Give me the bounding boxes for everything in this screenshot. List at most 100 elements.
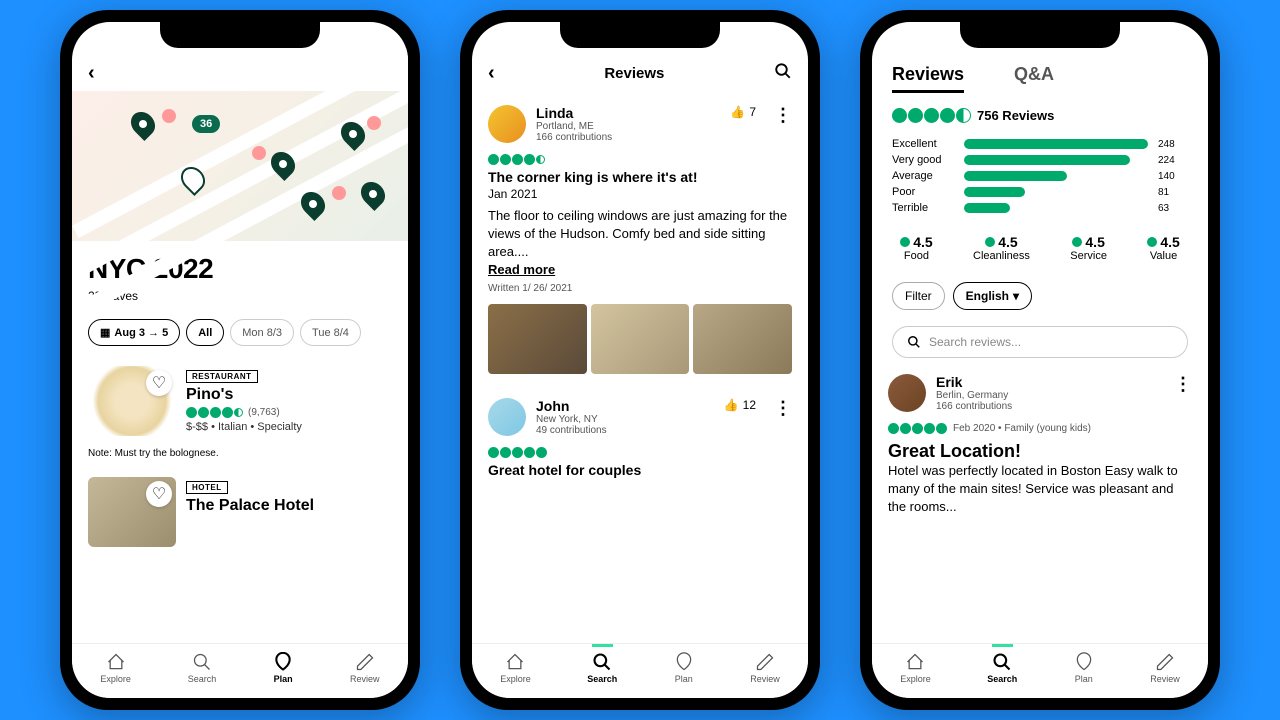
language-select[interactable]: English▾ bbox=[953, 282, 1032, 310]
tabs: Reviews Q&A bbox=[872, 56, 1208, 93]
nav-review[interactable]: Review bbox=[750, 652, 780, 684]
review-text: Hotel was perfectly located in Boston Ea… bbox=[888, 462, 1192, 517]
nav-search[interactable]: Search bbox=[587, 652, 617, 684]
user-name[interactable]: Linda bbox=[536, 105, 720, 121]
subrating-cleanliness: 4.5Cleanliness bbox=[973, 234, 1030, 262]
bar-average[interactable]: Average140 bbox=[892, 170, 1188, 182]
trip-note: Note: Must try the bolognese. bbox=[72, 446, 408, 467]
review-title: The corner king is where it's at! bbox=[488, 169, 792, 185]
thumbs-up-icon: 👍 bbox=[724, 398, 739, 412]
total-reviews: 756 Reviews bbox=[977, 108, 1054, 123]
review-photo[interactable] bbox=[488, 304, 587, 374]
user-name[interactable]: Erik bbox=[936, 374, 1156, 390]
review-title: Great hotel for couples bbox=[488, 462, 792, 478]
saved-item-restaurant[interactable]: ♡ RESTAURANT Pino's (9,763) $-$$ • Itali… bbox=[72, 356, 408, 446]
chip-dates[interactable]: ▦Aug 3 → 5 bbox=[88, 319, 180, 346]
subrating-food: 4.5Food bbox=[900, 234, 932, 262]
nav-search[interactable]: Search bbox=[987, 652, 1017, 684]
back-button[interactable]: ‹ bbox=[88, 62, 95, 85]
user-avatar[interactable] bbox=[488, 398, 526, 436]
review-title: Great Location! bbox=[888, 441, 1192, 462]
review-photo[interactable] bbox=[693, 304, 792, 374]
bar-terrible[interactable]: Terrible63 bbox=[892, 202, 1188, 214]
bar-excellent[interactable]: Excellent248 bbox=[892, 138, 1188, 150]
page-title: Reviews bbox=[507, 65, 762, 82]
user-contributions: 166 contributions bbox=[536, 132, 720, 143]
tab-reviews[interactable]: Reviews bbox=[892, 64, 964, 93]
rating-bars: Excellent248 Very good224 Average140 Poo… bbox=[872, 138, 1208, 214]
bottom-nav: Explore Search Plan Review bbox=[872, 643, 1208, 698]
map-cluster-badge[interactable]: 36 bbox=[192, 115, 220, 133]
subrating-value: 4.5Value bbox=[1147, 234, 1179, 262]
review-item: John New York, NY 49 contributions 👍12 ⋮ bbox=[472, 384, 808, 444]
rating-bubbles: (9,763) bbox=[186, 407, 302, 418]
saved-item-hotel[interactable]: ♡ HOTEL The Palace Hotel bbox=[72, 467, 408, 557]
read-more-link[interactable]: Read more bbox=[488, 262, 792, 277]
user-avatar[interactable] bbox=[888, 374, 926, 412]
review-text: The floor to ceiling windows are just am… bbox=[488, 207, 792, 262]
review-item: Linda Portland, ME 166 contributions 👍7 … bbox=[472, 91, 808, 151]
review-photo[interactable] bbox=[591, 304, 690, 374]
user-contributions: 166 contributions bbox=[936, 401, 1156, 412]
favorite-button[interactable]: ♡ bbox=[146, 370, 172, 396]
user-location: New York, NY bbox=[536, 414, 714, 425]
favorite-button[interactable]: ♡ bbox=[146, 481, 172, 507]
review-item: Erik Berlin, Germany 166 contributions ⋮ bbox=[872, 368, 1208, 420]
chip-mon[interactable]: Mon 8/3 bbox=[230, 319, 294, 346]
user-name[interactable]: John bbox=[536, 398, 714, 414]
user-avatar[interactable] bbox=[488, 105, 526, 143]
date-chips: ▦Aug 3 → 5 All Mon 8/3 Tue 8/4 bbox=[72, 309, 408, 356]
search-reviews-input[interactable]: Search reviews... bbox=[892, 326, 1188, 358]
item-title: Pino's bbox=[186, 386, 302, 404]
nav-explore[interactable]: Explore bbox=[500, 652, 531, 684]
bar-poor[interactable]: Poor81 bbox=[892, 186, 1188, 198]
nav-search[interactable]: Search bbox=[188, 652, 217, 684]
written-date: Written 1/ 26/ 2021 bbox=[488, 283, 792, 294]
nav-review[interactable]: Review bbox=[1150, 652, 1180, 684]
category-tag: HOTEL bbox=[186, 481, 228, 494]
user-contributions: 49 contributions bbox=[536, 425, 714, 436]
nav-explore[interactable]: Explore bbox=[100, 652, 131, 684]
phone-review-summary: Reviews Q&A 756 Reviews Excellent248 Ver… bbox=[860, 10, 1220, 710]
chip-all[interactable]: All bbox=[186, 319, 224, 346]
rating-summary: 756 Reviews bbox=[872, 93, 1208, 138]
item-meta: $-$$ • Italian • Specialty bbox=[186, 421, 302, 433]
user-location: Portland, ME bbox=[536, 121, 720, 132]
like-button[interactable]: 👍7 bbox=[730, 105, 756, 119]
search-icon[interactable] bbox=[774, 62, 792, 85]
nav-explore[interactable]: Explore bbox=[900, 652, 931, 684]
more-options[interactable]: ⋮ bbox=[1174, 374, 1192, 395]
saves-count: 23 Saves bbox=[88, 289, 392, 303]
filter-row: Filter English▾ bbox=[872, 278, 1208, 322]
tab-qa[interactable]: Q&A bbox=[1014, 64, 1054, 93]
subrating-service: 4.5Service bbox=[1070, 234, 1107, 262]
review-meta: Feb 2020 • Family (young kids) bbox=[953, 423, 1091, 434]
map-view[interactable]: 36 bbox=[72, 91, 408, 241]
sub-ratings: 4.5Food 4.5Cleanliness 4.5Service 4.5Val… bbox=[872, 218, 1208, 278]
search-icon bbox=[907, 335, 921, 349]
calendar-icon: ▦ bbox=[100, 326, 110, 339]
rating-bubbles bbox=[488, 154, 792, 165]
like-button[interactable]: 👍12 bbox=[724, 398, 756, 412]
filter-button[interactable]: Filter bbox=[892, 282, 945, 310]
nav-review[interactable]: Review bbox=[350, 652, 380, 684]
nav-plan[interactable]: Plan bbox=[1074, 652, 1094, 684]
phone-notch bbox=[560, 22, 720, 48]
phone-reviews: ‹ Reviews Linda Portland, ME 166 contrib… bbox=[460, 10, 820, 710]
bar-verygood[interactable]: Very good224 bbox=[892, 154, 1188, 166]
nav-plan[interactable]: Plan bbox=[674, 652, 694, 684]
phone-trip: ‹ 36 NYC 2022 23 Saves ▦Aug 3 → 5 All Mo… bbox=[60, 10, 420, 710]
review-date: Jan 2021 bbox=[488, 187, 792, 201]
nav-plan[interactable]: Plan bbox=[273, 652, 293, 684]
chip-tue[interactable]: Tue 8/4 bbox=[300, 319, 361, 346]
review-photos bbox=[472, 294, 808, 384]
more-options[interactable]: ⋮ bbox=[774, 398, 792, 419]
more-options[interactable]: ⋮ bbox=[774, 105, 792, 126]
item-image: ♡ bbox=[88, 477, 176, 547]
phone-notch bbox=[160, 22, 320, 48]
chevron-down-icon: ▾ bbox=[1013, 289, 1019, 303]
category-tag: RESTAURANT bbox=[186, 370, 258, 383]
back-button[interactable]: ‹ bbox=[488, 62, 495, 85]
thumbs-up-icon: 👍 bbox=[730, 105, 745, 119]
bottom-nav: Explore Search Plan Review bbox=[472, 643, 808, 698]
